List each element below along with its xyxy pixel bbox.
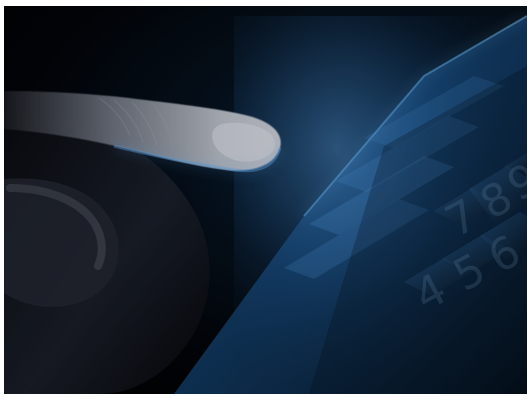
photo: 7 8 9 4: [4, 6, 527, 394]
image-frame: 7 8 9 4: [0, 0, 531, 401]
vignette: [4, 6, 527, 394]
scene: 7 8 9 4: [4, 6, 527, 394]
